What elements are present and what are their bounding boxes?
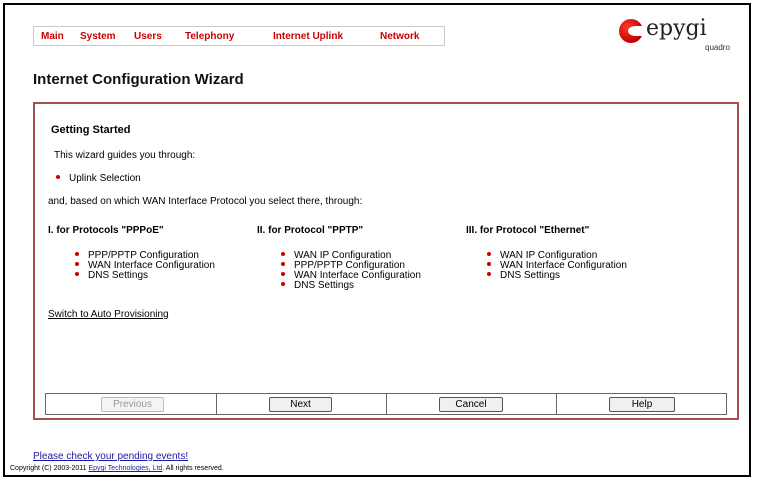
- nav-users[interactable]: Users: [134, 31, 162, 42]
- bullet-icon: [56, 175, 60, 180]
- bullet-icon: [487, 272, 491, 277]
- uplink-selection-label: Uplink Selection: [69, 173, 141, 184]
- nav-network[interactable]: Network: [380, 31, 419, 42]
- bullet-icon: [75, 262, 79, 267]
- bullet-icon: [75, 272, 79, 277]
- logo-subtext: quadro: [705, 43, 730, 52]
- bullet-icon: [281, 272, 285, 277]
- button-cell-previous: Previous: [46, 394, 216, 414]
- bullet-icon: [281, 282, 285, 287]
- bullet-icon: [281, 252, 285, 257]
- bullet-icon: [75, 252, 79, 257]
- list-item: DNS Settings: [487, 271, 627, 281]
- uplink-selection-item: Uplink Selection: [56, 173, 141, 184]
- logo-mark-icon: [619, 19, 643, 43]
- pppoe-steps-list: PPP/PPTP Configuration WAN Interface Con…: [75, 251, 215, 281]
- next-button[interactable]: Next: [269, 397, 332, 412]
- ethernet-column-title: III. for Protocol "Ethernet": [466, 225, 590, 236]
- button-cell-next: Next: [216, 394, 387, 414]
- previous-button[interactable]: Previous: [101, 397, 164, 412]
- top-nav: Main System Users Telephony Internet Upl…: [33, 26, 445, 46]
- wizard-intro: This wizard guides you through:: [54, 150, 196, 161]
- nav-telephony[interactable]: Telephony: [185, 31, 234, 42]
- button-cell-cancel: Cancel: [386, 394, 557, 414]
- nav-system[interactable]: System: [80, 31, 116, 42]
- logo-text: epygi: [646, 16, 707, 41]
- nav-main[interactable]: Main: [41, 31, 64, 42]
- bullet-icon: [281, 262, 285, 267]
- wizard-button-bar: Previous Next Cancel Help: [45, 393, 727, 415]
- pending-events-link[interactable]: Please check your pending events!: [33, 451, 188, 462]
- help-button[interactable]: Help: [609, 397, 675, 412]
- copyright-notice: Copyright (C) 2003-2011 Epygi Technologi…: [10, 465, 224, 472]
- cancel-button[interactable]: Cancel: [439, 397, 503, 412]
- epygi-logo: epygi quadro: [619, 16, 739, 56]
- button-cell-help: Help: [556, 394, 727, 414]
- pptp-steps-list: WAN IP Configuration PPP/PPTP Configurat…: [281, 251, 421, 291]
- list-item-label: DNS Settings: [500, 270, 561, 281]
- wizard-panel: Getting Started This wizard guides you t…: [33, 102, 739, 420]
- copyright-suffix: . All rights reserved.: [162, 465, 224, 472]
- section-title: Getting Started: [51, 124, 131, 136]
- wizard-based-on: and, based on which WAN Interface Protoc…: [48, 196, 363, 207]
- nav-internet-uplink[interactable]: Internet Uplink: [273, 31, 343, 42]
- list-item: DNS Settings: [281, 281, 421, 291]
- ethernet-steps-list: WAN IP Configuration WAN Interface Confi…: [487, 251, 627, 281]
- auto-provisioning-link[interactable]: Switch to Auto Provisioning: [48, 309, 169, 320]
- bullet-icon: [487, 262, 491, 267]
- list-item: DNS Settings: [75, 271, 215, 281]
- list-item-label: DNS Settings: [88, 270, 149, 281]
- bullet-icon: [487, 252, 491, 257]
- page-title: Internet Configuration Wizard: [33, 71, 244, 88]
- company-link[interactable]: Epygi Technologies, Ltd: [88, 465, 162, 472]
- copyright-prefix: Copyright (C) 2003-2011: [10, 465, 89, 472]
- pppoe-column-title: I. for Protocols "PPPoE": [48, 225, 164, 236]
- list-item-label: DNS Settings: [294, 280, 355, 291]
- pptp-column-title: II. for Protocol "PPTP": [257, 225, 364, 236]
